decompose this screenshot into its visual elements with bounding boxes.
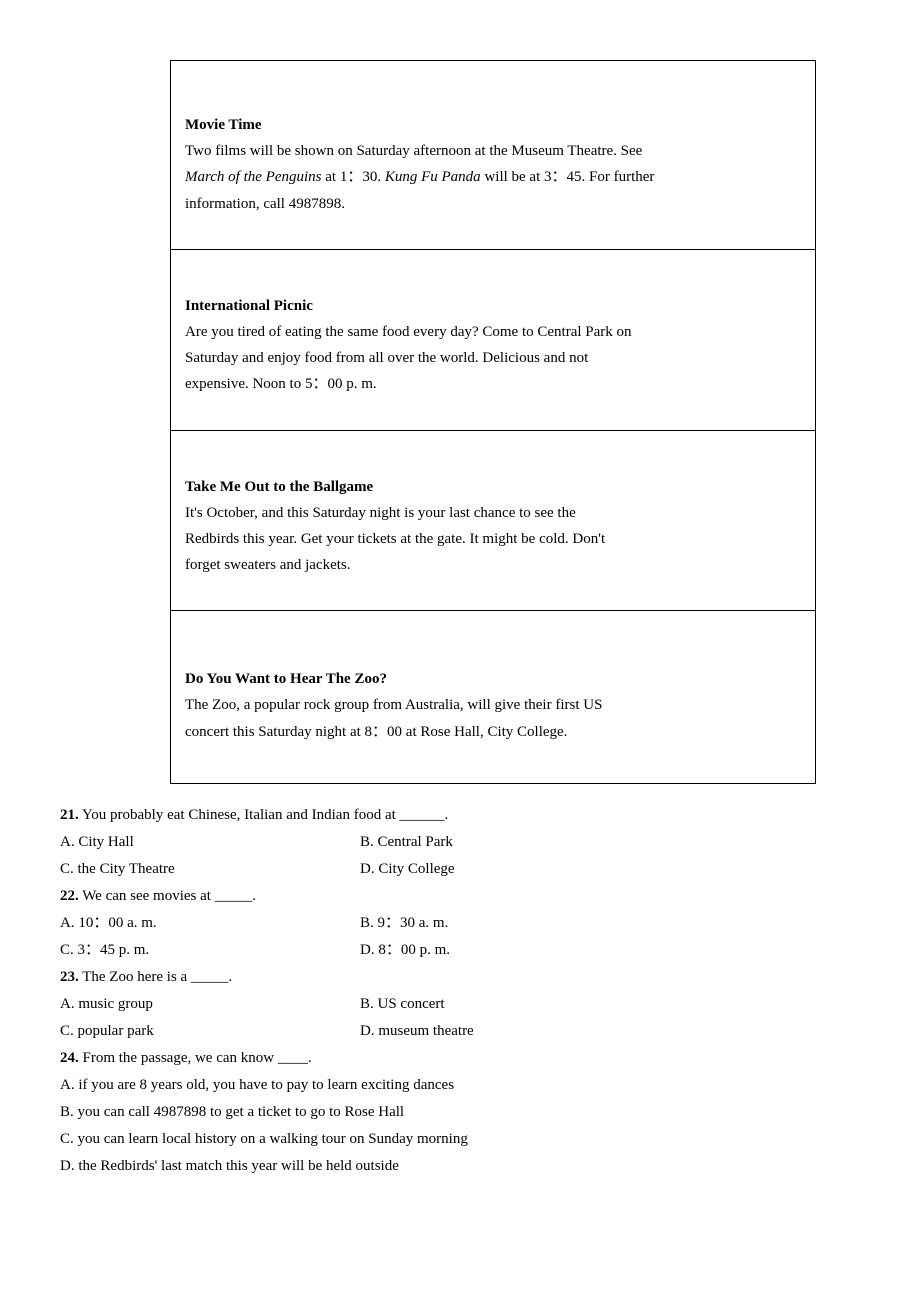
option-d: D. museum theatre	[360, 1018, 860, 1045]
question-number: 21.	[60, 807, 79, 823]
option-d: D. City College	[360, 856, 860, 883]
event-box-movie: Movie Time Two films will be shown on Sa…	[170, 60, 816, 250]
question-stem: You probably eat Chinese, Italian and In…	[79, 807, 449, 823]
event-line: forget sweaters and jackets.	[185, 552, 801, 578]
option-a: A. City Hall	[60, 829, 360, 856]
event-title: Movie Time	[185, 117, 801, 134]
event-title: Take Me Out to the Ballgame	[185, 479, 801, 496]
options-row: C. 3：45 p. m. D. 8：00 p. m.	[60, 937, 860, 964]
question-stem: We can see movies at _____.	[79, 888, 256, 904]
options-row: C. popular park D. museum theatre	[60, 1018, 860, 1045]
event-line: Saturday and enjoy food from all over th…	[185, 345, 801, 371]
question-23: 23. The Zoo here is a _____.	[60, 964, 860, 991]
event-box-zoo: Do You Want to Hear The Zoo? The Zoo, a …	[170, 611, 816, 784]
option-a: A. music group	[60, 991, 360, 1018]
question-stem: From the passage, we can know ____.	[79, 1050, 312, 1066]
option-c: C. the City Theatre	[60, 856, 360, 883]
event-line: It's October, and this Saturday night is…	[185, 500, 801, 526]
option-c: C. 3：45 p. m.	[60, 937, 360, 964]
options-row: C. the City Theatre D. City College	[60, 856, 860, 883]
event-line: expensive. Noon to 5：00 p. m.	[185, 371, 801, 397]
question-stem: The Zoo here is a _____.	[79, 969, 232, 985]
option-b: B. US concert	[360, 991, 860, 1018]
options-row: A. music group B. US concert	[60, 991, 860, 1018]
event-title: Do You Want to Hear The Zoo?	[185, 671, 801, 688]
event-body: The Zoo, a popular rock group from Austr…	[185, 692, 801, 745]
event-body: Are you tired of eating the same food ev…	[185, 319, 801, 398]
event-line: The Zoo, a popular rock group from Austr…	[185, 692, 801, 718]
question-22: 22. We can see movies at _____.	[60, 883, 860, 910]
event-box-picnic: International Picnic Are you tired of ea…	[170, 250, 816, 431]
option-full-a: A. if you are 8 years old, you have to p…	[60, 1072, 860, 1099]
option-a: A. 10：00 a. m.	[60, 910, 360, 937]
options-row: A. 10：00 a. m. B. 9：30 a. m.	[60, 910, 860, 937]
event-title: International Picnic	[185, 298, 801, 315]
option-b: B. Central Park	[360, 829, 860, 856]
event-line: information, call 4987898.	[185, 191, 801, 217]
question-number: 22.	[60, 888, 79, 904]
option-full-c: C. you can learn local history on a walk…	[60, 1126, 860, 1153]
question-24: 24. From the passage, we can know ____.	[60, 1045, 860, 1072]
page: Movie Time Two films will be shown on Sa…	[0, 0, 920, 1240]
questions-block: 21. You probably eat Chinese, Italian an…	[60, 802, 860, 1180]
event-box-ballgame: Take Me Out to the Ballgame It's October…	[170, 431, 816, 612]
option-c: C. popular park	[60, 1018, 360, 1045]
option-full-b: B. you can call 4987898 to get a ticket …	[60, 1099, 860, 1126]
event-line: Are you tired of eating the same food ev…	[185, 319, 801, 345]
event-body: It's October, and this Saturday night is…	[185, 500, 801, 579]
event-body: Two films will be shown on Saturday afte…	[185, 138, 801, 217]
option-full-d: D. the Redbirds' last match this year wi…	[60, 1153, 860, 1180]
options-row: A. City Hall B. Central Park	[60, 829, 860, 856]
option-d: D. 8：00 p. m.	[360, 937, 860, 964]
event-line: Redbirds this year. Get your tickets at …	[185, 526, 801, 552]
question-number: 23.	[60, 969, 79, 985]
question-21: 21. You probably eat Chinese, Italian an…	[60, 802, 860, 829]
question-number: 24.	[60, 1050, 79, 1066]
event-line: concert this Saturday night at 8：00 at R…	[185, 719, 801, 745]
event-line: March of the Penguins at 1：30. Kung Fu P…	[185, 164, 801, 190]
events-container: Movie Time Two films will be shown on Sa…	[170, 60, 860, 784]
option-b: B. 9：30 a. m.	[360, 910, 860, 937]
event-line: Two films will be shown on Saturday afte…	[185, 138, 801, 164]
